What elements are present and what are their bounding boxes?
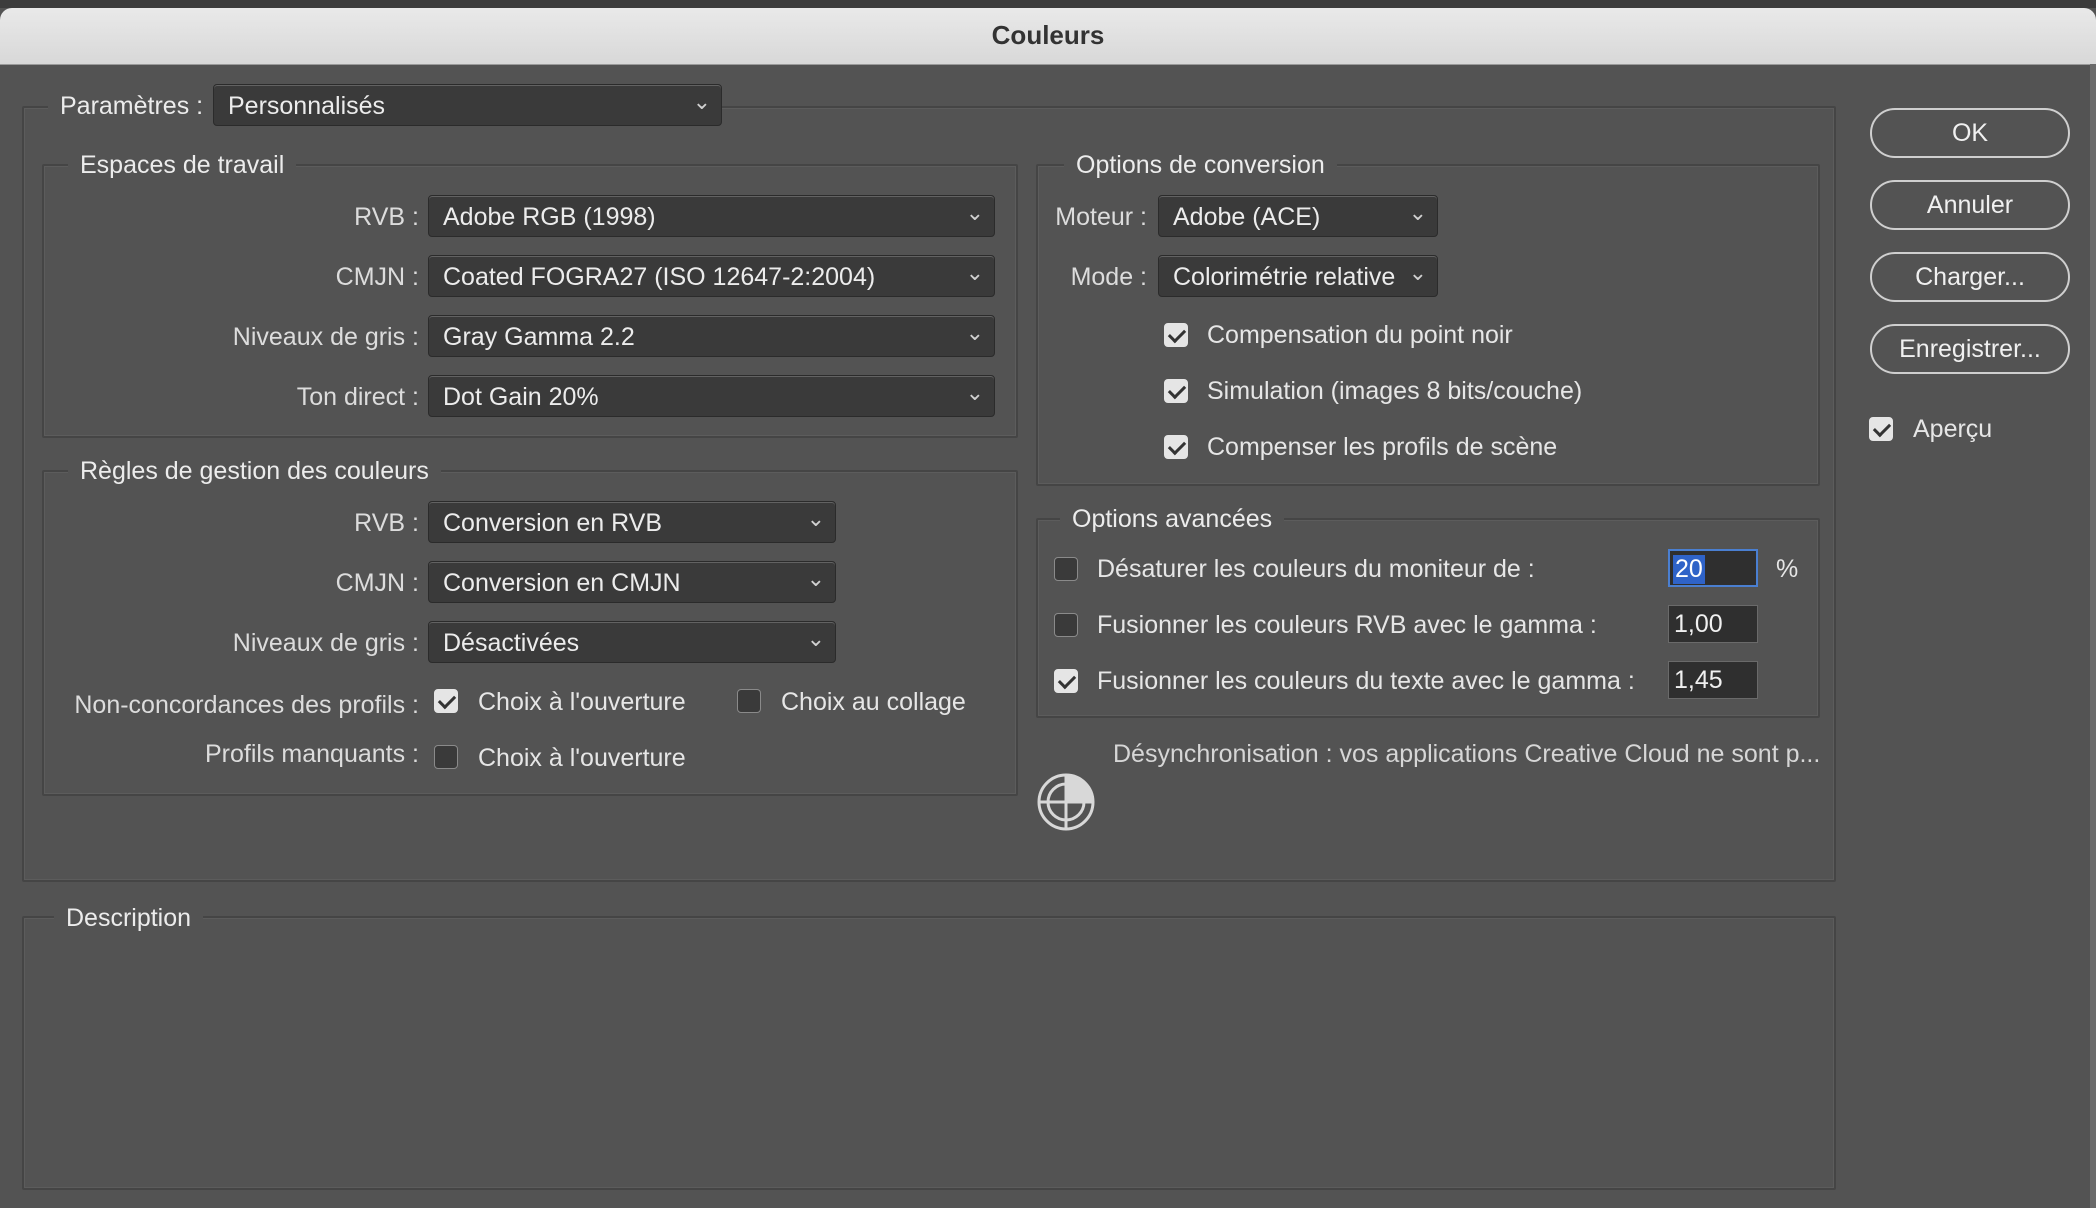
scene-profiles-label: Compenser les profils de scène [1207,433,1558,461]
blend-rgb-checkbox[interactable] [1054,613,1078,637]
preview-checkbox[interactable] [1869,417,1893,441]
save-button[interactable]: Enregistrer... [1870,324,2070,374]
percent-unit: % [1776,555,1799,583]
policy-cmyk-value: Conversion en CMJN [443,569,681,597]
conversion-title: Options de conversion [1064,151,1337,180]
chevron-down-icon: ⌄ [692,89,711,114]
missing-open-label: Choix à l'ouverture [478,744,686,772]
black-point-checkbox[interactable] [1164,323,1188,347]
mode-value: Colorimétrie relative [1173,263,1396,291]
missing-label: Profils manquants : [205,740,419,768]
ws-cmyk-select[interactable]: Coated FOGRA27 (ISO 12647-2:2004) ⌄ [428,255,995,297]
missing-open-checkbox[interactable] [434,745,458,769]
blend-rgb-value: 1,00 [1674,610,1723,638]
mismatch-paste-checkbox[interactable] [737,689,761,713]
ws-rgb-select[interactable]: Adobe RGB (1998) ⌄ [428,195,995,237]
ok-button[interactable]: OK [1870,108,2070,158]
title-bar: Couleurs [0,8,2096,65]
ws-spot-select[interactable]: Dot Gain 20% ⌄ [428,375,995,417]
settings-value: Personnalisés [228,92,386,120]
policy-rgb-select[interactable]: Conversion en RVB ⌄ [428,501,836,543]
engine-label: Moteur : [1055,203,1147,231]
mismatch-open-label: Choix à l'ouverture [478,688,686,716]
chevron-down-icon: ⌄ [806,506,825,531]
mismatch-label: Non-concordances des profils : [74,691,419,719]
blend-text-checkbox[interactable] [1054,669,1078,693]
mode-label: Mode : [1070,263,1147,291]
ws-rgb-label: RVB : [354,203,419,231]
black-point-label: Compensation du point noir [1207,321,1513,349]
chevron-down-icon: ⌄ [965,320,984,345]
window-title: Couleurs [991,20,1105,50]
ws-cmyk-label: CMJN : [335,263,419,291]
sync-status-icon [1034,770,1098,834]
policy-gray-select[interactable]: Désactivées ⌄ [428,621,836,663]
desaturate-checkbox[interactable] [1054,557,1078,581]
policy-cmyk-label: CMJN : [335,569,419,597]
desaturate-label: Désaturer les couleurs du moniteur de : [1097,555,1535,583]
dither-label: Simulation (images 8 bits/couche) [1207,377,1583,405]
blend-text-value: 1,45 [1674,666,1723,694]
chevron-down-icon: ⌄ [1408,260,1427,285]
policy-rgb-value: Conversion en RVB [443,509,663,537]
description-title: Description [54,904,204,933]
mode-select[interactable]: Colorimétrie relative ⌄ [1158,255,1438,297]
desaturate-input[interactable]: 20 [1668,549,1758,587]
chevron-down-icon: ⌄ [806,566,825,591]
chevron-down-icon: ⌄ [1408,200,1427,225]
scene-profiles-checkbox[interactable] [1164,435,1188,459]
load-button[interactable]: Charger... [1870,252,2070,302]
preview-label: Aperçu [1913,415,1993,443]
policies-title: Règles de gestion des couleurs [68,457,441,486]
dither-checkbox[interactable] [1164,379,1188,403]
ws-rgb-value: Adobe RGB (1998) [443,203,656,231]
policy-cmyk-select[interactable]: Conversion en CMJN ⌄ [428,561,836,603]
blend-rgb-input[interactable]: 1,00 [1668,605,1758,643]
engine-value: Adobe (ACE) [1173,203,1321,231]
blend-text-input[interactable]: 1,45 [1668,661,1758,699]
chevron-down-icon: ⌄ [965,260,984,285]
engine-select[interactable]: Adobe (ACE) ⌄ [1158,195,1438,237]
ws-gray-label: Niveaux de gris : [232,323,419,351]
window-edge [2090,64,2096,1208]
policy-gray-value: Désactivées [443,629,580,657]
chevron-down-icon: ⌄ [965,380,984,405]
ws-gray-select[interactable]: Gray Gamma 2.2 ⌄ [428,315,995,357]
blend-text-label: Fusionner les couleurs du texte avec le … [1097,667,1635,695]
sync-message: Désynchronisation : vos applications Cre… [1113,740,1821,768]
cancel-button[interactable]: Annuler [1870,180,2070,230]
ws-spot-label: Ton direct : [296,383,419,411]
ws-gray-value: Gray Gamma 2.2 [443,323,635,351]
working-spaces-title: Espaces de travail [68,151,297,180]
ruler-strip [0,0,2096,8]
ws-cmyk-value: Coated FOGRA27 (ISO 12647-2:2004) [443,263,876,291]
mismatch-open-checkbox[interactable] [434,689,458,713]
policy-gray-label: Niveaux de gris : [232,629,419,657]
desaturate-value: 20 [1673,555,1705,584]
chevron-down-icon: ⌄ [806,626,825,651]
ws-spot-value: Dot Gain 20% [443,383,599,411]
mismatch-paste-label: Choix au collage [781,688,966,716]
advanced-title: Options avancées [1060,505,1285,534]
settings-select[interactable]: Personnalisés ⌄ [213,84,722,126]
description-group [22,916,1836,1190]
settings-label: Paramètres : [48,92,216,121]
policy-rgb-label: RVB : [354,509,419,537]
chevron-down-icon: ⌄ [965,200,984,225]
blend-rgb-label: Fusionner les couleurs RVB avec le gamma… [1097,611,1597,639]
